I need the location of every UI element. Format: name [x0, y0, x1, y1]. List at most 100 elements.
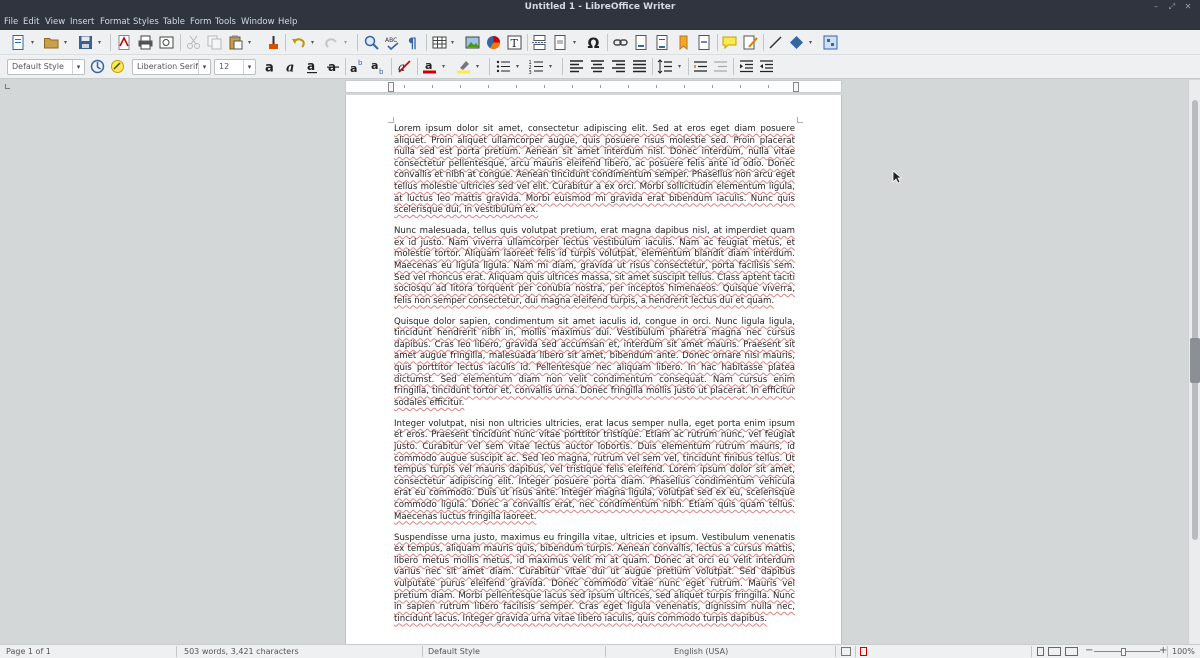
paragraph[interactable]: Suspendisse urna justo, maximus eu fring… — [394, 533, 795, 626]
insert-field-icon[interactable] — [552, 34, 569, 51]
formatting-marks-icon[interactable]: ¶ — [405, 34, 422, 51]
menu-format[interactable]: Format — [100, 17, 130, 27]
font-name-combo[interactable]: Liberation Serif ▾ — [132, 59, 211, 75]
footnote-icon[interactable] — [633, 34, 650, 51]
tab-stop-icon[interactable] — [5, 84, 10, 89]
chevron-down-icon[interactable]: ▾ — [198, 60, 210, 74]
font-color-icon[interactable]: a — [421, 58, 438, 75]
print-icon[interactable] — [137, 34, 154, 51]
insert-table-icon[interactable] — [431, 34, 448, 51]
language[interactable]: English (USA) — [674, 647, 728, 656]
numbering-dropdown-icon[interactable]: ▾ — [549, 58, 555, 75]
save-dropdown-icon[interactable]: ▾ — [98, 34, 104, 51]
scrollbar-thumb[interactable] — [1192, 100, 1198, 540]
right-indent-marker[interactable] — [793, 82, 799, 92]
insert-page-break-icon[interactable] — [531, 34, 548, 51]
undo-dropdown-icon[interactable]: ▾ — [311, 34, 317, 51]
table-dropdown-icon[interactable]: ▾ — [451, 34, 457, 51]
chevron-down-icon[interactable]: ▾ — [243, 60, 255, 74]
zoom-level[interactable]: 100% — [1172, 647, 1195, 656]
export-pdf-icon[interactable] — [116, 34, 133, 51]
close-button[interactable]: ✕ — [1182, 1, 1194, 13]
strikethrough-icon[interactable]: a — [325, 58, 342, 75]
insert-line-icon[interactable] — [767, 34, 784, 51]
document-area[interactable]: Lorem ipsum dolor sit amet, consectetur … — [0, 80, 1188, 644]
font-color-dropdown-icon[interactable]: ▾ — [442, 58, 448, 75]
print-preview-icon[interactable] — [158, 34, 175, 51]
multi-page-view-icon[interactable] — [1048, 647, 1061, 656]
page-style[interactable]: Default Style — [428, 647, 480, 656]
numbered-list-icon[interactable]: 123 — [528, 58, 545, 75]
paste-icon[interactable] — [227, 34, 244, 51]
decrease-indent-icon[interactable] — [758, 58, 775, 75]
increase-paragraph-spacing-icon[interactable] — [692, 58, 709, 75]
clear-formatting-icon[interactable]: a — [396, 58, 413, 75]
paragraph[interactable]: Integer volutpat, nisi non ultricies ult… — [394, 419, 795, 523]
zoom-slider-handle[interactable] — [1121, 648, 1126, 656]
shapes-dropdown-icon[interactable]: ▾ — [809, 34, 815, 51]
font-size-combo[interactable]: 12 ▾ — [214, 59, 256, 75]
highlighting-icon[interactable] — [455, 58, 472, 75]
align-left-icon[interactable] — [568, 58, 585, 75]
menu-table[interactable]: Table — [163, 17, 185, 27]
document-page[interactable]: Lorem ipsum dolor sit amet, consectetur … — [345, 95, 842, 644]
paragraph[interactable]: Quisque dolor sapien, condimentum sit am… — [394, 317, 795, 410]
insert-image-icon[interactable] — [464, 34, 481, 51]
zoom-out-button[interactable]: − — [1085, 645, 1093, 656]
spelling-icon[interactable]: ABC — [384, 34, 401, 51]
minimize-button[interactable]: – — [1150, 1, 1162, 13]
vertical-scrollbar[interactable] — [1188, 80, 1200, 644]
subscript-icon[interactable]: ab — [370, 58, 387, 75]
special-character-icon[interactable]: Ω — [586, 34, 603, 51]
restore-button[interactable]: ⤢ — [1166, 1, 1178, 13]
menu-form[interactable]: Form — [190, 17, 211, 27]
bold-icon[interactable]: a — [262, 58, 279, 76]
new-document-icon[interactable] — [10, 34, 27, 51]
redo-dropdown-icon[interactable]: ▾ — [344, 34, 350, 51]
bullet-dropdown-icon[interactable]: ▾ — [516, 58, 522, 75]
left-indent-marker[interactable] — [388, 82, 394, 92]
field-dropdown-icon[interactable]: ▾ — [573, 34, 579, 51]
undo-icon[interactable] — [290, 34, 307, 51]
copy-icon[interactable] — [206, 34, 223, 51]
cross-reference-icon[interactable] — [696, 34, 713, 51]
endnote-icon[interactable] — [654, 34, 671, 51]
underline-icon[interactable]: a — [304, 58, 321, 75]
align-right-icon[interactable] — [610, 58, 627, 75]
menu-tools[interactable]: Tools — [215, 17, 236, 27]
menu-window[interactable]: Window — [241, 17, 275, 27]
zoom-slider[interactable] — [1094, 651, 1160, 652]
paste-dropdown-icon[interactable]: ▾ — [248, 34, 254, 51]
document-text[interactable]: Lorem ipsum dolor sit amet, consectetur … — [394, 124, 795, 635]
menu-insert[interactable]: Insert — [70, 17, 94, 27]
bullet-list-icon[interactable] — [495, 58, 512, 75]
insert-mode-icon[interactable] — [841, 647, 851, 656]
decrease-paragraph-spacing-icon[interactable] — [712, 58, 729, 75]
page-count[interactable]: Page 1 of 1 — [6, 647, 51, 656]
insert-chart-icon[interactable] — [485, 34, 502, 51]
menu-styles[interactable]: Styles — [133, 17, 159, 27]
hyperlink-icon[interactable] — [612, 34, 629, 51]
highlighting-dropdown-icon[interactable]: ▾ — [476, 58, 482, 75]
paragraph-style-combo[interactable]: Default Style ▾ — [7, 59, 85, 75]
save-icon[interactable] — [77, 34, 94, 51]
menu-edit[interactable]: Edit — [23, 17, 39, 27]
paragraph[interactable]: Lorem ipsum dolor sit amet, consectetur … — [394, 124, 795, 217]
word-count[interactable]: 503 words, 3,421 characters — [184, 647, 299, 656]
align-center-icon[interactable] — [589, 58, 606, 75]
bookmark-icon[interactable] — [675, 34, 692, 51]
superscript-icon[interactable]: ab — [349, 58, 366, 75]
new-style-icon[interactable] — [109, 58, 126, 75]
comment-icon[interactable] — [721, 34, 738, 51]
book-view-icon[interactable] — [1065, 647, 1078, 656]
track-changes-icon[interactable] — [742, 34, 759, 51]
find-replace-icon[interactable] — [363, 34, 380, 51]
italic-icon[interactable]: a — [283, 58, 300, 76]
menu-file[interactable]: File — [4, 17, 18, 27]
open-dropdown-icon[interactable]: ▾ — [64, 34, 70, 51]
insert-text-box-icon[interactable]: T — [506, 34, 523, 51]
new-dropdown-icon[interactable]: ▾ — [31, 34, 37, 51]
paragraph[interactable]: Nunc malesuada, tellus quis volutpat pre… — [394, 226, 795, 307]
single-page-view-icon[interactable] — [1037, 647, 1044, 656]
menu-view[interactable]: View — [45, 17, 65, 27]
